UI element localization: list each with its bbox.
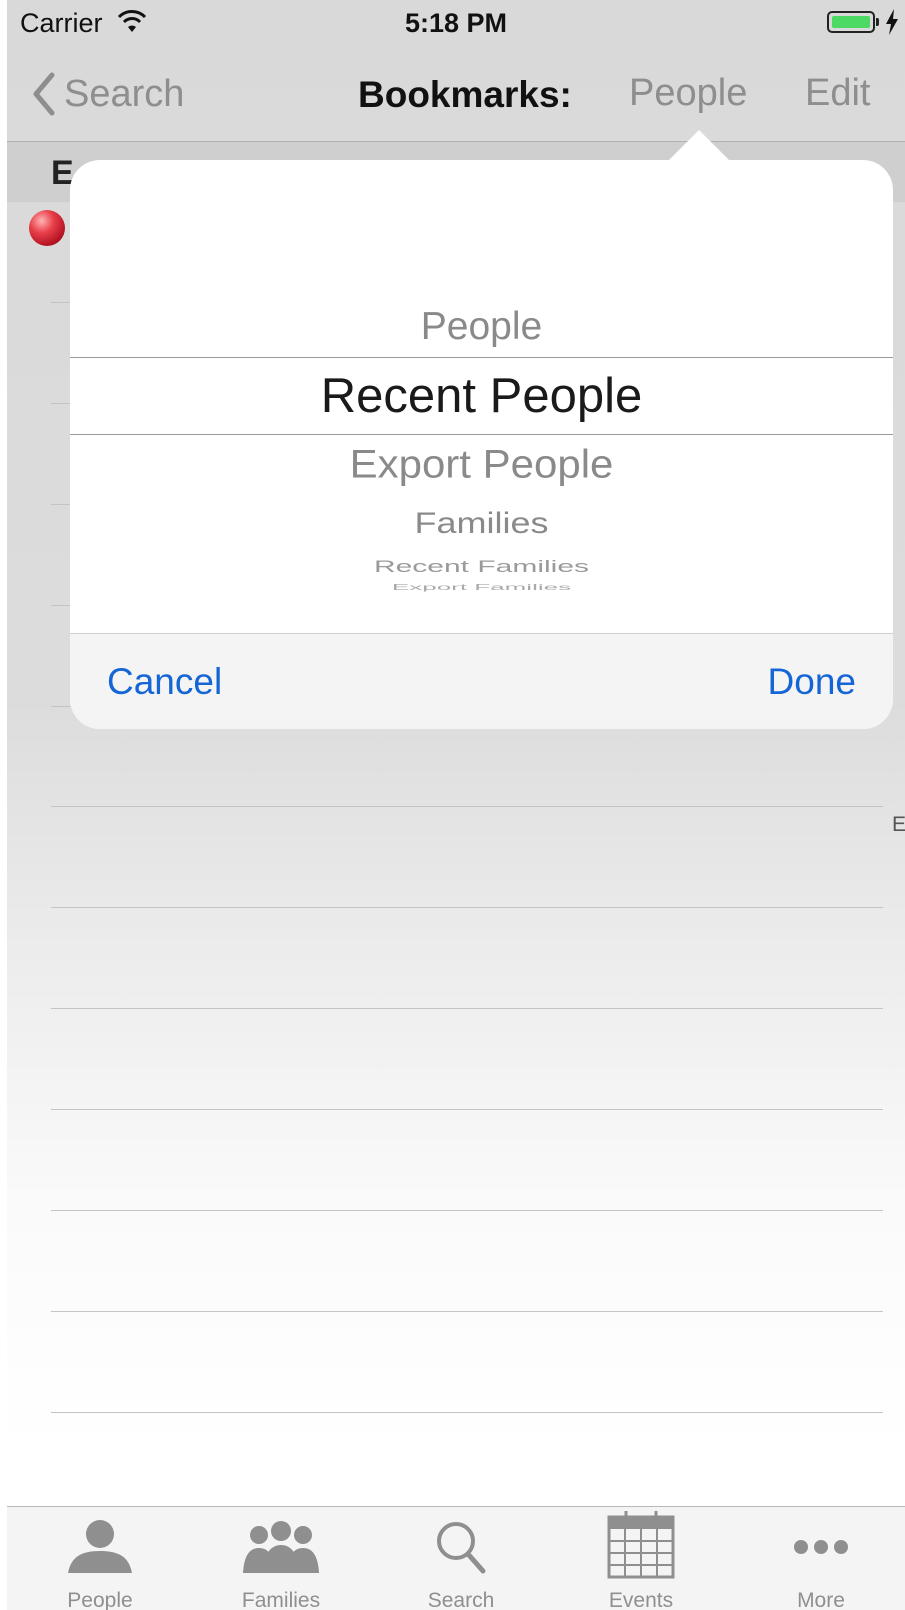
tab-label: More [797, 1589, 845, 1610]
row-divider [51, 907, 883, 908]
bookmark-type-button[interactable]: People [629, 72, 747, 115]
chevron-left-icon [33, 72, 55, 116]
status-bar: Carrier 5:18 PM [7, 0, 905, 50]
edit-button[interactable]: Edit [805, 72, 870, 115]
tab-people[interactable]: People [20, 1507, 180, 1610]
picker-option[interactable]: Families [70, 506, 893, 540]
done-button[interactable]: Done [768, 661, 856, 703]
row-divider [51, 1412, 883, 1413]
tab-more[interactable]: More [741, 1507, 901, 1610]
battery-icon [827, 11, 875, 33]
row-divider [51, 1109, 883, 1110]
tab-label: Events [608, 1589, 674, 1610]
row-divider [51, 1210, 883, 1211]
tab-label: Families [241, 1589, 321, 1610]
navigation-bar: Search Bookmarks: People Edit [7, 50, 905, 142]
tab-label: Search [427, 1589, 495, 1610]
picker-option[interactable]: People [70, 305, 893, 349]
back-button[interactable]: Search [32, 70, 184, 118]
app-screen: Carrier 5:18 PM Search Bookmarks: People… [7, 0, 905, 1610]
picker-option[interactable]: Export People [70, 441, 893, 487]
cancel-button[interactable]: Cancel [107, 661, 222, 703]
battery-tip [876, 18, 879, 26]
person-icon [68, 1520, 132, 1573]
more-icon [794, 1540, 848, 1554]
status-time: 5:18 PM [404, 8, 508, 38]
page-title: Bookmarks: [358, 74, 572, 115]
picker-selection-line [70, 434, 893, 435]
families-icon [243, 1521, 319, 1573]
bookmark-type-picker[interactable]: People Recent People Export People Famil… [70, 160, 893, 633]
picker-selection-line [70, 357, 893, 358]
picker-option[interactable]: Export Families [70, 583, 893, 592]
row-divider [51, 1008, 883, 1009]
calendar-icon [607, 1511, 675, 1579]
tab-search[interactable]: Search [381, 1507, 541, 1610]
picker-option-selected[interactable]: Recent People [70, 368, 893, 424]
tab-label: People [67, 1589, 133, 1610]
row-divider [51, 1311, 883, 1312]
tab-families[interactable]: Families [201, 1507, 361, 1610]
back-label: Search [64, 72, 185, 115]
popover-toolbar: Cancel Done [70, 633, 893, 729]
bookmark-dot-icon [29, 210, 65, 246]
picker-popover: People Recent People Export People Famil… [70, 160, 893, 729]
tab-events[interactable]: Events [561, 1507, 721, 1610]
search-icon [437, 1522, 486, 1574]
row-divider [51, 806, 883, 807]
picker-option[interactable]: Recent Families [70, 558, 893, 577]
tab-bar: People Families Search Events More [7, 1506, 905, 1610]
popover-arrow [669, 130, 729, 160]
section-index-letter[interactable]: E [892, 813, 905, 837]
charging-icon [885, 9, 899, 40]
